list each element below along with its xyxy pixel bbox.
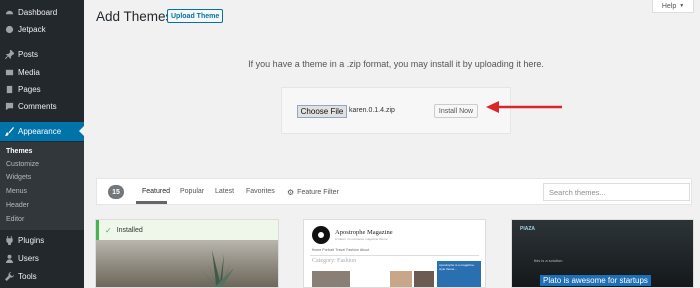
sidebar-item-plugins[interactable]: Plugins xyxy=(0,232,84,249)
brush-icon xyxy=(0,127,18,136)
preview-thumbnail xyxy=(312,271,350,287)
chevron-down-icon: ▼ xyxy=(679,3,685,9)
sidebar-item-label: Appearance xyxy=(18,127,62,136)
sidebar-item-label: Dashboard xyxy=(18,8,58,17)
theme-preview-nav: Home Portrait Travel Fashion About xyxy=(312,248,370,252)
plant-image xyxy=(202,250,234,287)
plug-icon xyxy=(0,236,18,245)
sidebar-item-label: Plugins xyxy=(18,236,45,245)
preview-promo-box: Apostrophe is a magazine-style theme... xyxy=(437,261,481,287)
submenu-header[interactable]: Header xyxy=(0,199,84,212)
selected-file-name: karen.0.1.4.zip xyxy=(349,107,395,114)
submenu-menus[interactable]: Menus xyxy=(0,185,84,198)
active-tab-indicator xyxy=(136,201,167,204)
sidebar-item-posts[interactable]: Posts xyxy=(0,46,84,63)
jetpack-icon xyxy=(0,25,18,34)
submenu-customize[interactable]: Customize xyxy=(0,158,84,171)
help-label: Help xyxy=(661,2,677,10)
help-tab[interactable]: Help ▼ xyxy=(652,0,694,13)
sidebar-item-label: Jetpack xyxy=(18,25,46,34)
feature-filter-button[interactable]: ⚙ Feature Filter xyxy=(287,188,339,197)
sidebar-item-users[interactable]: Users xyxy=(0,250,84,267)
comment-icon xyxy=(0,102,18,111)
apostrophe-logo xyxy=(312,226,330,244)
tab-latest[interactable]: Latest xyxy=(215,188,234,195)
checkmark-icon: ✓ xyxy=(105,225,112,235)
choose-file-button[interactable]: Choose File xyxy=(297,105,347,118)
sidebar-item-label: Media xyxy=(18,68,40,77)
pin-icon xyxy=(0,50,18,59)
theme-card-apostrophe[interactable]: Apostrophe Magazine A Clean, no nonsense… xyxy=(303,219,486,288)
theme-screenshot xyxy=(96,240,278,287)
sidebar-item-dashboard[interactable]: Dashboard xyxy=(0,4,84,21)
sidebar-item-media[interactable]: Media xyxy=(0,64,84,81)
theme-preview-title: Apostrophe Magazine xyxy=(335,229,393,236)
theme-preview-banner: Plato is awesome for startups xyxy=(540,275,651,286)
feature-filter-label: Feature Filter xyxy=(297,189,339,196)
sidebar-item-label: Users xyxy=(18,254,39,263)
submenu-editor[interactable]: Editor xyxy=(0,213,84,226)
red-arrow-annotation xyxy=(486,101,562,113)
theme-card-plato[interactable]: PIAZA this is a solution Plato is awesom… xyxy=(511,219,694,288)
preview-thumbnail xyxy=(414,271,434,287)
installed-notice: ✓ Installed xyxy=(96,220,278,240)
tab-favorites[interactable]: Favorites xyxy=(246,188,275,195)
theme-count-badge: 15 xyxy=(108,185,124,199)
page-title: Add Themes xyxy=(96,9,173,24)
preview-thumbnail xyxy=(390,271,412,287)
installed-label: Installed xyxy=(116,226,143,234)
gear-icon: ⚙ xyxy=(287,188,295,197)
user-icon xyxy=(0,254,18,263)
sidebar-item-comments[interactable]: Comments xyxy=(0,98,84,115)
theme-preview-heading: this is a solution xyxy=(534,258,563,263)
sidebar-item-jetpack[interactable]: Jetpack xyxy=(0,21,84,38)
sidebar-item-label: Comments xyxy=(18,102,57,111)
theme-preview-tagline: A Clean, no nonsense magazine theme xyxy=(335,237,388,241)
submenu-widgets[interactable]: Widgets xyxy=(0,171,84,184)
tab-featured[interactable]: Featured xyxy=(142,188,170,195)
sidebar-item-tools[interactable]: Tools xyxy=(0,268,84,285)
sidebar-item-label: Posts xyxy=(18,50,39,59)
sidebar-item-appearance[interactable]: Appearance xyxy=(0,122,84,141)
sidebar-item-label: Tools xyxy=(18,272,37,281)
upload-theme-button[interactable]: Upload Theme xyxy=(167,9,224,23)
page-icon xyxy=(0,85,18,94)
theme-filter-bar: 15 Featured Popular Latest Favorites ⚙ F… xyxy=(96,178,692,205)
sidebar-item-pages[interactable]: Pages xyxy=(0,81,84,98)
install-now-button[interactable]: Install Now xyxy=(434,104,478,118)
submenu-themes[interactable]: Themes xyxy=(0,145,84,158)
search-themes-input[interactable] xyxy=(543,183,690,201)
divider xyxy=(310,255,479,256)
wrench-icon xyxy=(0,272,18,281)
upload-form: Choose File karen.0.1.4.zip Install Now xyxy=(281,87,511,134)
theme-preview-logo: PIAZA xyxy=(520,226,535,232)
sidebar-item-label: Pages xyxy=(18,85,41,94)
theme-card-installed[interactable]: ✓ Installed xyxy=(95,219,279,288)
upload-instructions: If you have a theme in a .zip format, yo… xyxy=(248,59,544,69)
media-icon xyxy=(0,68,18,77)
theme-preview-category: Category: Fashion xyxy=(312,258,357,264)
tab-popular[interactable]: Popular xyxy=(180,188,204,195)
admin-sidebar: Dashboard Jetpack Posts Media Pages Comm… xyxy=(0,0,84,288)
dashboard-icon xyxy=(0,8,18,17)
